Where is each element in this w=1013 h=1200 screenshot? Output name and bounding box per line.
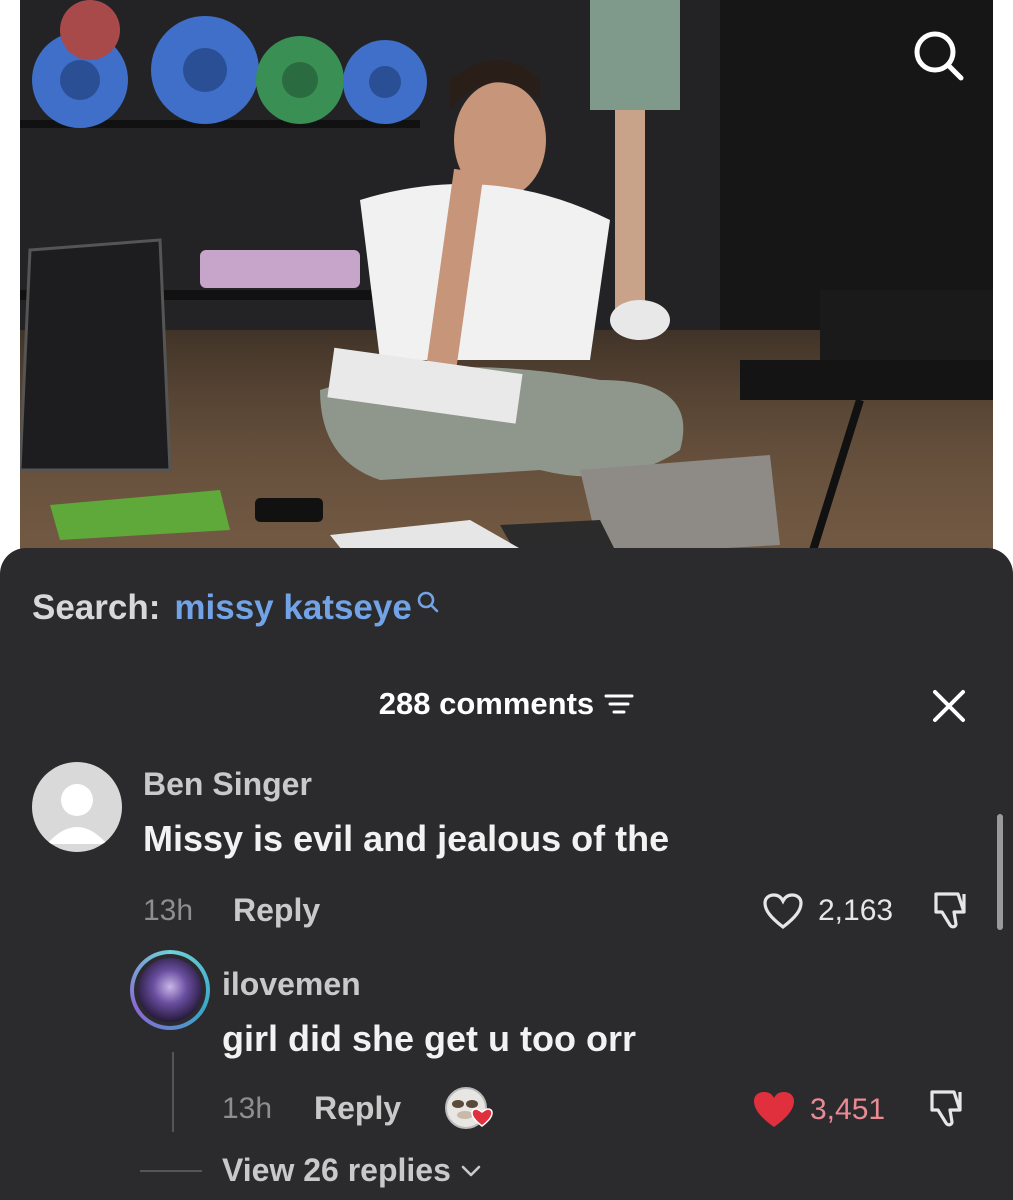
- view-replies-label: View 26 replies: [222, 1152, 451, 1188]
- sort-icon[interactable]: [604, 692, 634, 716]
- reply-button[interactable]: Reply: [233, 892, 320, 929]
- search-suggestion[interactable]: Search: missy katseye: [32, 588, 440, 628]
- comment-text: Missy is evil and jealous of the: [143, 818, 670, 859]
- creator-liked-icon: [445, 1087, 493, 1129]
- comment-username[interactable]: Ben Singer: [143, 766, 312, 803]
- reply-time: 13h: [222, 1092, 273, 1125]
- search-term-link[interactable]: missy katseye: [174, 588, 411, 628]
- comments-sheet: Search: missy katseye 288 comments Ben S…: [0, 548, 1013, 1200]
- chevron-down-icon: [461, 1165, 481, 1176]
- comment-count: 288 comments: [378, 686, 595, 721]
- search-label: Search:: [32, 588, 161, 627]
- like-count: 2,163: [818, 894, 894, 927]
- reply-avatar[interactable]: [130, 950, 210, 1030]
- thread-divider: [140, 1170, 202, 1172]
- dislike-icon[interactable]: [930, 890, 974, 930]
- dislike-icon[interactable]: [926, 1088, 970, 1128]
- avatar[interactable]: [32, 762, 122, 852]
- heart-icon: [763, 893, 803, 930]
- like-count: 3,451: [810, 1093, 886, 1126]
- search-icon: [914, 31, 964, 81]
- search-icon: [417, 591, 439, 613]
- reply-text: girl did she get u too orr: [222, 1018, 636, 1059]
- reply-button[interactable]: Reply: [314, 1090, 401, 1127]
- search-button[interactable]: [909, 26, 973, 90]
- default-avatar-icon: [47, 784, 107, 844]
- video-frame: [20, 0, 993, 560]
- heart-icon: [754, 1092, 794, 1127]
- reply-username[interactable]: ilovemen: [222, 966, 361, 1003]
- view-replies-button[interactable]: View 26 replies: [222, 1152, 483, 1189]
- comments-header: 288 comments: [0, 686, 1013, 722]
- scrollbar[interactable]: [997, 814, 1003, 930]
- comment-time: 13h: [143, 894, 194, 927]
- like-button[interactable]: 2,163: [762, 892, 893, 930]
- close-icon[interactable]: [929, 686, 969, 726]
- thread-line: [172, 1052, 174, 1132]
- video-player[interactable]: [20, 0, 993, 560]
- like-button[interactable]: 3,451: [752, 1090, 885, 1130]
